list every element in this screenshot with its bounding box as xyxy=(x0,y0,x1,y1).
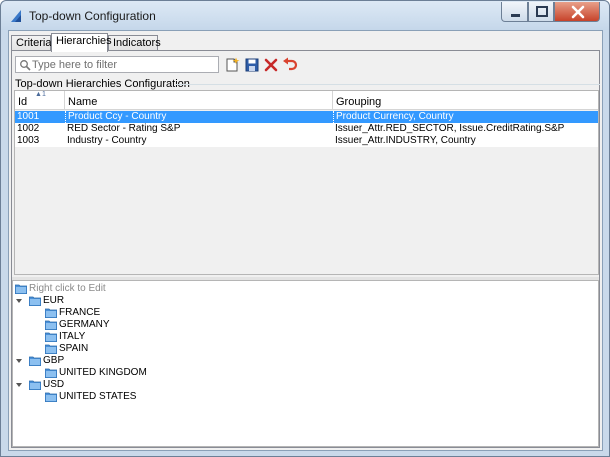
app-window: Top-down Configuration Criteria Hierarch… xyxy=(0,0,610,457)
maximize-icon xyxy=(536,6,548,17)
folder-icon xyxy=(29,356,41,366)
cell-name: Product Ccy - Country xyxy=(65,111,333,123)
client-area: Criteria Hierarchies Indicators Type her… xyxy=(8,30,603,451)
title-bar[interactable]: Top-down Configuration xyxy=(1,1,609,30)
cell-id: 1003 xyxy=(17,135,40,146)
cell-grouping: Product Currency, Country xyxy=(333,111,598,123)
expand-arrow-icon[interactable] xyxy=(16,359,22,363)
table-header: Id ▲1 Name Grouping xyxy=(15,91,598,110)
folder-icon xyxy=(45,392,57,402)
table-row[interactable]: 1001 Product Ccy - Country Product Curre… xyxy=(15,111,598,123)
filter-input[interactable] xyxy=(32,58,216,71)
expand-arrow-icon[interactable] xyxy=(16,299,22,303)
folder-icon xyxy=(45,320,57,330)
hierarchies-table: Id ▲1 Name Grouping 1001 Product Ccy - C… xyxy=(14,90,599,275)
folder-icon xyxy=(29,380,41,390)
tab-criteria[interactable]: Criteria xyxy=(11,35,51,51)
folder-icon xyxy=(45,344,57,354)
delete-icon[interactable] xyxy=(263,57,279,73)
app-logo-icon xyxy=(11,10,21,22)
window-title: Top-down Configuration xyxy=(29,9,156,23)
folder-icon xyxy=(45,308,57,318)
folder-icon xyxy=(45,332,57,342)
new-item-icon[interactable] xyxy=(224,57,240,73)
maximize-button[interactable] xyxy=(528,2,554,22)
folder-icon xyxy=(15,284,27,294)
filter-box[interactable] xyxy=(15,56,219,73)
undo-icon[interactable] xyxy=(282,57,298,73)
hierarchy-tree: Right click to Edit EUR FRANCE GERMANY I… xyxy=(12,280,599,447)
column-header-name[interactable]: Name xyxy=(65,91,333,110)
folder-icon xyxy=(45,368,57,378)
tab-hierarchies[interactable]: Hierarchies xyxy=(51,33,112,52)
config-group-title: Top-down Hierarchies Configuration xyxy=(15,78,192,90)
expand-arrow-icon[interactable] xyxy=(16,383,22,387)
group-divider xyxy=(176,84,600,85)
sort-indicator: ▲1 xyxy=(35,91,46,98)
cell-grouping: Issuer_Attr.RED_SECTOR, Issue.CreditRati… xyxy=(335,123,565,134)
table-row[interactable]: 1003 Industry - Country Issuer_Attr.INDU… xyxy=(15,135,598,147)
cell-id: 1002 xyxy=(17,123,40,134)
column-header-grouping[interactable]: Grouping xyxy=(333,91,598,110)
cell-name: Industry - Country xyxy=(67,135,147,146)
close-icon xyxy=(571,5,585,19)
minimize-button[interactable] xyxy=(501,2,528,22)
folder-icon xyxy=(29,296,41,306)
save-icon[interactable] xyxy=(244,57,260,73)
hierarchies-panel: Top-down Hierarchies Configuration Id ▲1… xyxy=(11,50,600,448)
cell-name: RED Sector - Rating S&P xyxy=(67,123,181,134)
cell-grouping: Issuer_Attr.INDUSTRY, Country xyxy=(335,135,476,146)
minimize-icon xyxy=(511,14,520,17)
search-icon xyxy=(20,60,31,71)
tab-indicators[interactable]: Indicators xyxy=(108,35,161,51)
column-header-id[interactable]: Id ▲1 xyxy=(15,91,65,110)
table-row[interactable]: 1002 RED Sector - Rating S&P Issuer_Attr… xyxy=(15,123,598,135)
cell-id: 1001 xyxy=(17,111,40,122)
close-button[interactable] xyxy=(554,2,600,22)
